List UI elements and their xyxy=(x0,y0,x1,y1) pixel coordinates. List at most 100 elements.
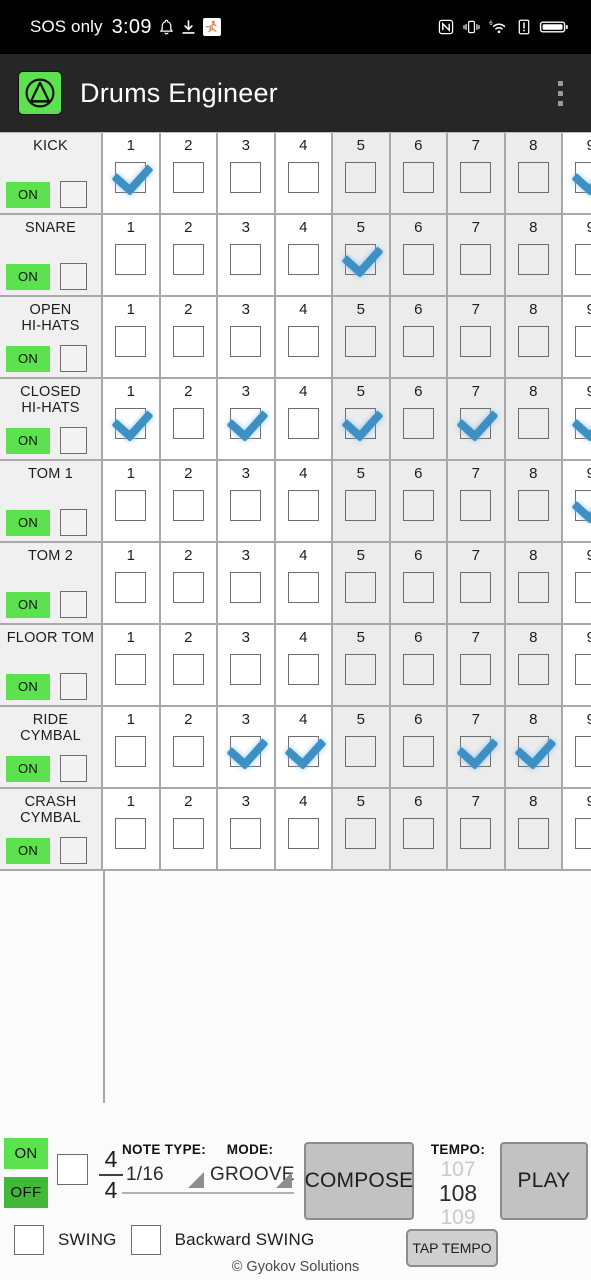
step-checkbox[interactable] xyxy=(517,818,549,849)
instrument-mute-checkbox[interactable] xyxy=(60,673,87,700)
step-checkbox[interactable] xyxy=(230,244,262,275)
step-checkbox[interactable] xyxy=(402,490,434,521)
step-checkbox[interactable] xyxy=(172,736,204,767)
tempo-number-picker[interactable]: 107 108 109 xyxy=(418,1158,498,1229)
step-checkbox-checked[interactable] xyxy=(575,408,591,439)
step-checkbox[interactable] xyxy=(287,244,319,275)
step-checkbox[interactable] xyxy=(172,818,204,849)
step-checkbox[interactable] xyxy=(345,572,377,603)
step-checkbox-checked[interactable] xyxy=(460,736,492,767)
step-checkbox[interactable] xyxy=(287,490,319,521)
step-checkbox[interactable] xyxy=(230,490,262,521)
step-checkbox[interactable] xyxy=(517,244,549,275)
step-checkbox[interactable] xyxy=(230,162,262,193)
step-checkbox[interactable] xyxy=(230,654,262,685)
step-checkbox[interactable] xyxy=(345,162,377,193)
step-checkbox[interactable] xyxy=(115,818,147,849)
step-checkbox[interactable] xyxy=(172,162,204,193)
step-checkbox[interactable] xyxy=(575,244,591,275)
step-checkbox-checked[interactable] xyxy=(115,408,147,439)
instrument-on-button[interactable]: ON xyxy=(6,345,50,372)
step-checkbox[interactable] xyxy=(115,244,147,275)
step-checkbox[interactable] xyxy=(172,654,204,685)
instrument-mute-checkbox[interactable] xyxy=(60,345,87,372)
instrument-on-button[interactable]: ON xyxy=(6,263,50,290)
step-checkbox[interactable] xyxy=(172,572,204,603)
step-checkbox-checked[interactable] xyxy=(345,408,377,439)
step-checkbox[interactable] xyxy=(345,736,377,767)
step-checkbox[interactable] xyxy=(517,326,549,357)
step-checkbox-checked[interactable] xyxy=(115,162,147,193)
step-checkbox-checked[interactable] xyxy=(575,162,591,193)
more-vertical-icon[interactable] xyxy=(546,71,575,116)
step-checkbox-checked[interactable] xyxy=(287,736,319,767)
step-checkbox[interactable] xyxy=(517,162,549,193)
step-checkbox[interactable] xyxy=(402,572,434,603)
metronome-on-button[interactable]: ON xyxy=(4,1138,48,1169)
step-checkbox[interactable] xyxy=(575,326,591,357)
step-checkbox-checked[interactable] xyxy=(345,244,377,275)
note-type-dropdown[interactable]: 1/16 xyxy=(122,1164,206,1194)
step-checkbox[interactable] xyxy=(460,572,492,603)
step-checkbox[interactable] xyxy=(345,490,377,521)
step-checkbox-checked[interactable] xyxy=(517,736,549,767)
step-checkbox[interactable] xyxy=(460,490,492,521)
step-checkbox-checked[interactable] xyxy=(460,408,492,439)
beat-checkbox[interactable] xyxy=(57,1154,88,1185)
step-checkbox[interactable] xyxy=(287,818,319,849)
instrument-mute-checkbox[interactable] xyxy=(60,509,87,536)
step-checkbox[interactable] xyxy=(287,654,319,685)
step-checkbox-checked[interactable] xyxy=(230,408,262,439)
play-button[interactable]: PLAY xyxy=(500,1142,588,1220)
instrument-mute-checkbox[interactable] xyxy=(60,181,87,208)
instrument-on-button[interactable]: ON xyxy=(6,181,50,208)
instrument-on-button[interactable]: ON xyxy=(6,755,50,782)
step-checkbox[interactable] xyxy=(230,572,262,603)
step-checkbox[interactable] xyxy=(115,490,147,521)
step-checkbox[interactable] xyxy=(517,408,549,439)
step-checkbox[interactable] xyxy=(460,326,492,357)
step-checkbox[interactable] xyxy=(230,326,262,357)
step-checkbox-checked[interactable] xyxy=(575,490,591,521)
step-checkbox[interactable] xyxy=(575,654,591,685)
metronome-off-button[interactable]: OFF xyxy=(4,1177,48,1208)
step-checkbox[interactable] xyxy=(460,162,492,193)
instrument-on-button[interactable]: ON xyxy=(6,427,50,454)
step-checkbox[interactable] xyxy=(402,736,434,767)
step-checkbox[interactable] xyxy=(287,326,319,357)
step-checkbox[interactable] xyxy=(575,818,591,849)
step-checkbox[interactable] xyxy=(287,408,319,439)
step-checkbox[interactable] xyxy=(172,490,204,521)
step-checkbox[interactable] xyxy=(402,326,434,357)
compose-button[interactable]: COMPOSE xyxy=(304,1142,414,1220)
step-checkbox[interactable] xyxy=(402,818,434,849)
step-checkbox[interactable] xyxy=(402,244,434,275)
step-checkbox[interactable] xyxy=(460,654,492,685)
instrument-on-button[interactable]: ON xyxy=(6,837,50,864)
step-checkbox[interactable] xyxy=(115,654,147,685)
instrument-mute-checkbox[interactable] xyxy=(60,263,87,290)
step-checkbox[interactable] xyxy=(402,408,434,439)
step-checkbox[interactable] xyxy=(287,572,319,603)
instrument-mute-checkbox[interactable] xyxy=(60,427,87,454)
step-checkbox[interactable] xyxy=(115,572,147,603)
step-checkbox[interactable] xyxy=(517,572,549,603)
step-checkbox[interactable] xyxy=(345,818,377,849)
step-checkbox[interactable] xyxy=(517,654,549,685)
step-checkbox[interactable] xyxy=(517,490,549,521)
step-checkbox-checked[interactable] xyxy=(230,736,262,767)
step-checkbox[interactable] xyxy=(115,326,147,357)
step-checkbox[interactable] xyxy=(287,162,319,193)
step-checkbox[interactable] xyxy=(575,572,591,603)
step-checkbox[interactable] xyxy=(575,736,591,767)
step-checkbox[interactable] xyxy=(172,408,204,439)
step-checkbox[interactable] xyxy=(345,326,377,357)
mode-dropdown[interactable]: GROOVE xyxy=(206,1164,294,1194)
instrument-on-button[interactable]: ON xyxy=(6,509,50,536)
step-checkbox[interactable] xyxy=(402,654,434,685)
instrument-on-button[interactable]: ON xyxy=(6,673,50,700)
instrument-mute-checkbox[interactable] xyxy=(60,755,87,782)
backward-swing-checkbox[interactable] xyxy=(130,1225,161,1255)
instrument-mute-checkbox[interactable] xyxy=(60,837,87,864)
step-checkbox[interactable] xyxy=(115,736,147,767)
